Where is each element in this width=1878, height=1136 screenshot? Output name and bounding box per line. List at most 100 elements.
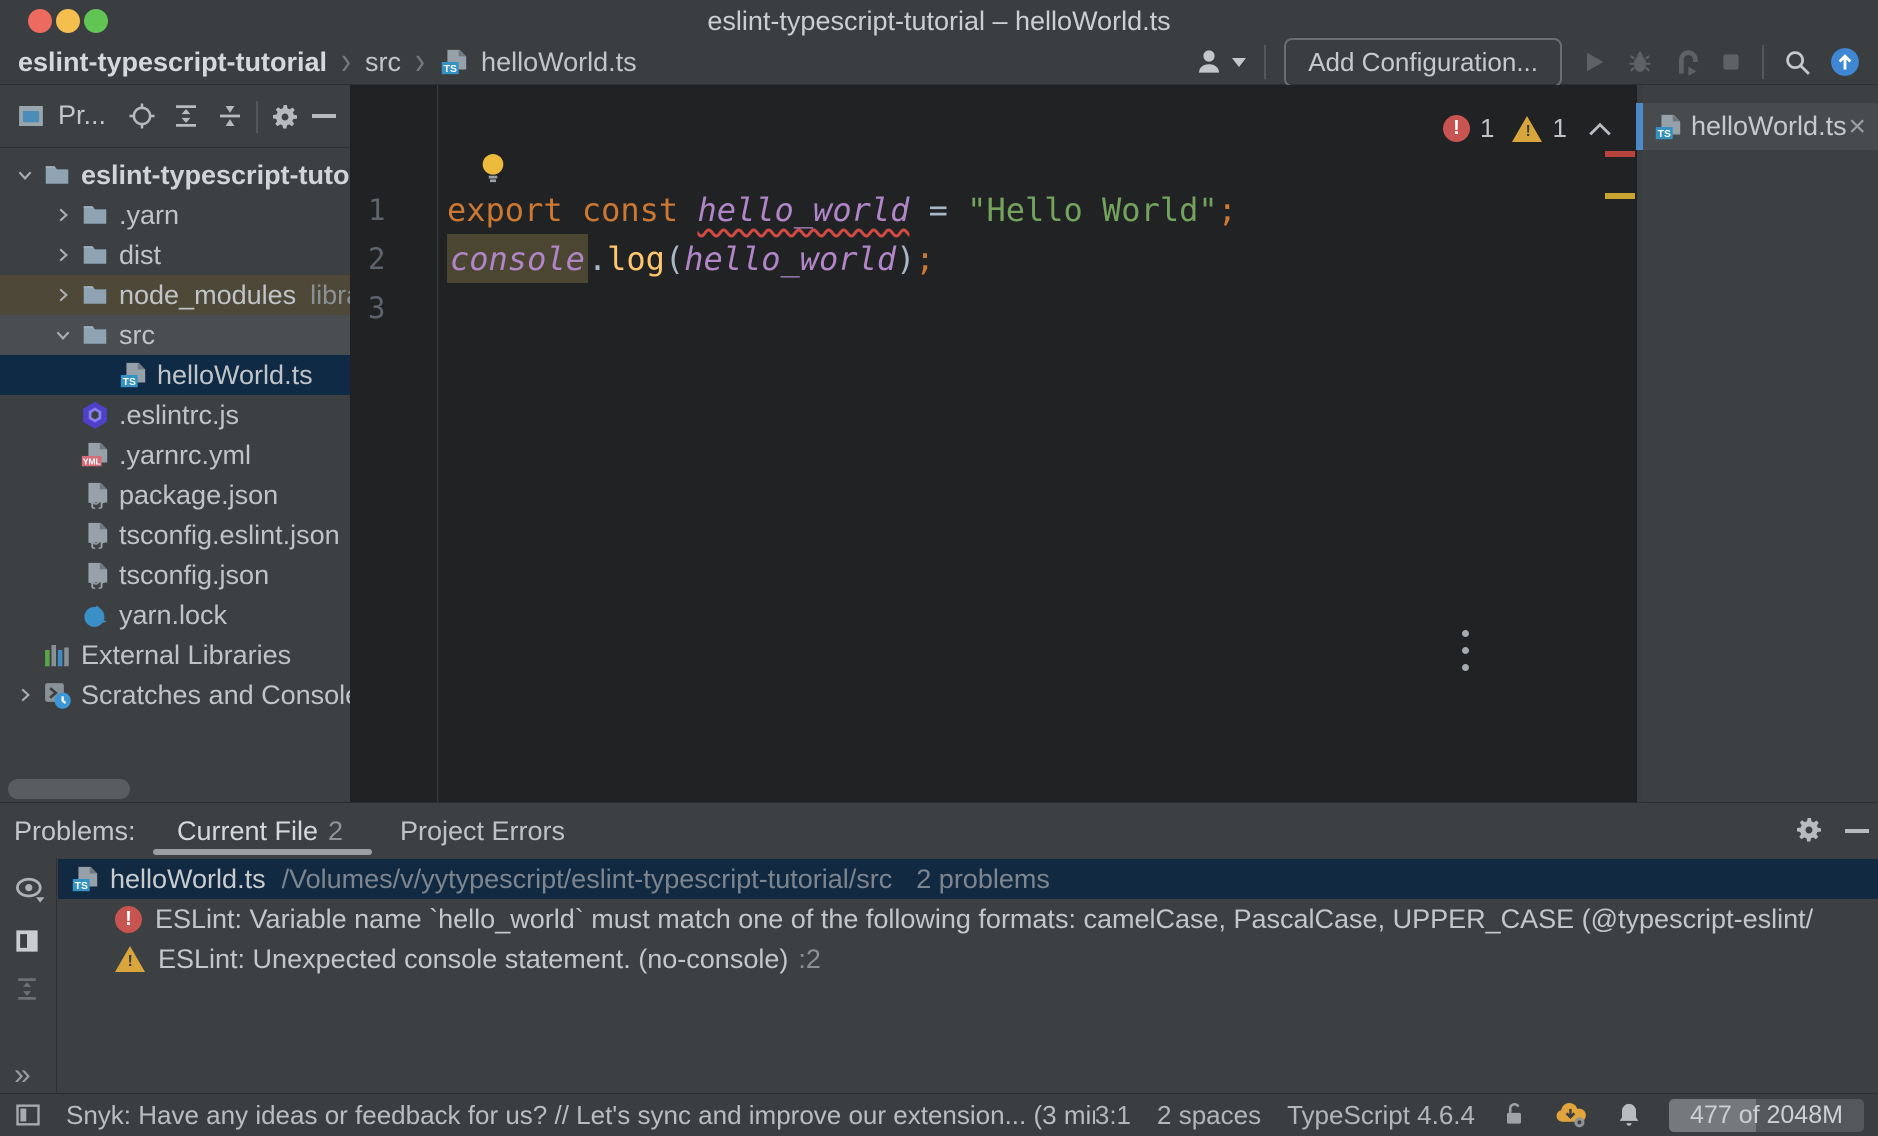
folder-icon: [80, 200, 110, 230]
previous-problem-icon[interactable]: [1587, 120, 1613, 138]
code-line-3[interactable]: 3: [350, 283, 1637, 332]
navigation-bar: eslint-typescript-tutorial › src › TS he…: [0, 40, 1878, 85]
chevron-down-icon[interactable]: [46, 326, 80, 344]
ide-window: eslint-typescript-tutorial – helloWorld.…: [0, 0, 1878, 1136]
horizontal-scrollbar[interactable]: [8, 779, 130, 799]
window-title: eslint-typescript-tutorial – helloWorld.…: [0, 0, 1878, 40]
error-stripe-mark[interactable]: [1605, 151, 1635, 157]
svg-text:YML: YML: [83, 456, 101, 466]
intention-bulb-icon[interactable]: [478, 151, 508, 185]
breadcrumb-src[interactable]: src: [365, 47, 401, 78]
chevron-down-icon[interactable]: [8, 166, 42, 184]
memory-indicator[interactable]: 477 of 2048M: [1669, 1099, 1864, 1132]
breadcrumb-project[interactable]: eslint-typescript-tutorial: [18, 47, 327, 78]
warning-stripe-mark[interactable]: [1605, 193, 1635, 199]
collapse-all-icon[interactable]: [215, 101, 245, 131]
problems-toolbar: »: [0, 858, 57, 1094]
problems-file-name: helloWorld.ts: [110, 864, 266, 895]
bug-icon: [1626, 48, 1654, 76]
tree-item-label: node_modules: [119, 280, 296, 311]
snyk-cloud-icon[interactable]: [1553, 1100, 1589, 1130]
code-token: .: [588, 240, 607, 278]
svg-text:}: }: [97, 494, 105, 510]
problem-row-error[interactable]: !ESLint: Variable name `hello_world` mus…: [58, 899, 1878, 939]
svg-text:{: {: [88, 494, 96, 510]
tree-item-src[interactable]: src: [0, 315, 350, 355]
close-tab-icon[interactable]: ×: [1848, 112, 1866, 142]
tree-item--yarn[interactable]: .yarn: [0, 195, 350, 235]
expand-all-icon[interactable]: [171, 101, 201, 131]
tab-current-file[interactable]: Current File2: [177, 816, 343, 847]
lock-icon[interactable]: [1501, 1101, 1527, 1129]
hide-panel-icon[interactable]: [1845, 829, 1869, 833]
folder-icon: [42, 160, 72, 190]
header-divider: [256, 101, 258, 133]
problems-header: Problems: Current File2 Project Errors: [0, 803, 1878, 857]
code-token: ;: [915, 240, 934, 278]
code-editor[interactable]: 1export const hello_world = "Hello World…: [350, 85, 1637, 802]
tree-item-external-libraries[interactable]: External Libraries: [0, 635, 350, 675]
update-available-button[interactable]: [1830, 47, 1860, 77]
chevron-right-icon[interactable]: [46, 286, 80, 304]
toolbar-divider: [1264, 45, 1266, 79]
code-line-2[interactable]: 2console.log(hello_world);: [350, 234, 1637, 283]
warning-count: 1: [1552, 113, 1566, 144]
expand-all-icon[interactable]: [12, 974, 42, 1004]
tree-item-scratches-and-consoles[interactable]: Scratches and Consoles: [0, 675, 350, 715]
editor-options-kebab-icon[interactable]: [1462, 630, 1472, 681]
indent-setting[interactable]: 2 spaces: [1157, 1100, 1261, 1131]
eslint-icon: [80, 400, 110, 430]
notifications-bell-icon[interactable]: [1615, 1101, 1643, 1129]
tree-item-tsconfig-json[interactable]: {}tsconfig.json: [0, 555, 350, 595]
tree-item-tsconfig-eslint-json[interactable]: {}tsconfig.eslint.json: [0, 515, 350, 555]
inspections-widget[interactable]: ! 1 ! 1: [1443, 113, 1663, 144]
tree-item-dist[interactable]: dist: [0, 235, 350, 275]
hide-panel-icon[interactable]: [312, 114, 336, 118]
status-message[interactable]: Snyk: Have any ideas or feedback for us?…: [66, 1100, 1095, 1131]
caret-position[interactable]: 3:1: [1095, 1100, 1131, 1131]
tree-item-eslint-typescript-tutorial[interactable]: eslint-typescript-tutorial: [0, 155, 350, 195]
title-bar: eslint-typescript-tutorial – helloWorld.…: [0, 0, 1878, 40]
toolbar: Add Configuration...: [1194, 38, 1860, 87]
code-token: hello_world: [697, 191, 909, 229]
problem-row-warning[interactable]: !ESLint: Unexpected console statement. (…: [58, 939, 1878, 979]
chevron-right-icon[interactable]: [8, 686, 42, 704]
run-with-coverage-button[interactable]: [1672, 48, 1700, 76]
gear-icon[interactable]: [1793, 814, 1825, 846]
run-button[interactable]: [1580, 48, 1608, 76]
open-preview-icon[interactable]: [12, 926, 42, 956]
code-token: ;: [1218, 191, 1237, 229]
locate-file-icon[interactable]: [127, 101, 157, 131]
tree-item-yarn-lock[interactable]: yarn.lock: [0, 595, 350, 635]
line-number: 3: [350, 291, 437, 325]
more-actions-icon[interactable]: »: [14, 1058, 29, 1092]
error-badge-icon: !: [1443, 115, 1470, 142]
tree-item--eslintrc-js[interactable]: .eslintrc.js: [0, 395, 350, 435]
add-configuration-button[interactable]: Add Configuration...: [1284, 38, 1562, 87]
stop-button[interactable]: [1718, 49, 1744, 75]
svg-text:}: }: [97, 574, 105, 590]
json-file-icon: {}: [80, 480, 110, 510]
gear-icon[interactable]: [269, 101, 301, 133]
problems-file-row[interactable]: TShelloWorld.ts/Volumes/v/yytypescript/e…: [58, 859, 1878, 899]
profile-menu-button[interactable]: [1194, 46, 1246, 78]
editor-tab[interactable]: TS helloWorld.ts ×: [1643, 103, 1878, 150]
tree-item-package-json[interactable]: {}package.json: [0, 475, 350, 515]
tree-item--yarnrc-yml[interactable]: YML.yarnrc.yml: [0, 435, 350, 475]
breadcrumb-file[interactable]: helloWorld.ts: [481, 47, 637, 78]
code-token: console: [447, 234, 588, 283]
tab-project-errors[interactable]: Project Errors: [400, 816, 565, 847]
play-icon: [1580, 48, 1608, 76]
search-icon: [1782, 47, 1812, 77]
tool-window-toggle-icon[interactable]: [14, 1101, 42, 1129]
debug-button[interactable]: [1626, 48, 1654, 76]
code-line-1[interactable]: 1export const hello_world = "Hello World…: [350, 185, 1637, 234]
line-number: 2: [350, 242, 437, 276]
typescript-version[interactable]: TypeScript 4.6.4: [1287, 1100, 1475, 1131]
chevron-right-icon[interactable]: [46, 206, 80, 224]
view-options-icon[interactable]: [12, 874, 48, 906]
tree-item-helloworld-ts[interactable]: TShelloWorld.ts: [0, 355, 350, 395]
chevron-right-icon[interactable]: [46, 246, 80, 264]
search-everywhere-button[interactable]: [1782, 47, 1812, 77]
tree-item-node-modules[interactable]: node_moduleslibrary ro: [0, 275, 350, 315]
